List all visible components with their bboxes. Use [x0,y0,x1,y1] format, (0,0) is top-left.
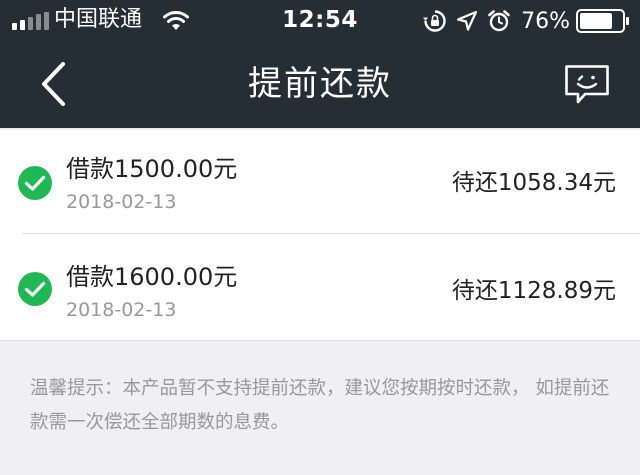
rotation-lock-icon [423,10,446,32]
alarm-icon [488,10,510,32]
page-title: 提前还款 [248,64,392,104]
nav-bar: 提前还款 [0,40,640,128]
loan-item[interactable]: 借款1500.00元 2018-02-13 待还1058.34元 [0,130,640,234]
battery-percent: 76% [521,8,570,34]
screen: 中国联通 12:54 76% 提前还款 借款1500.00元 2018-02-1… [0,0,640,475]
status-right-group: 76% [423,8,630,34]
loan-date: 2018-02-13 [66,191,177,213]
status-bar: 中国联通 12:54 76% [0,0,640,40]
loan-list: 借款1500.00元 2018-02-13 待还1058.34元 借款1600.… [0,130,640,341]
loan-amount: 借款1600.00元 [66,263,238,291]
loan-due-amount: 待还1128.89元 [451,278,616,304]
battery-icon [576,9,629,33]
feedback-chat-icon[interactable] [564,64,610,106]
header: 中国联通 12:54 76% 提前还款 [0,0,640,128]
check-circle-icon[interactable] [17,271,53,307]
loan-amount: 借款1500.00元 [66,155,238,183]
repayment-tip: 温馨提示：本产品暂不支持提前还款，建议您按期按时还款， 如提前还款需一次偿还全部… [30,378,610,433]
loan-date: 2018-02-13 [66,299,177,321]
loan-due-amount: 待还1058.34元 [451,170,616,196]
check-circle-icon[interactable] [17,165,53,201]
location-icon [456,10,478,31]
loan-item[interactable]: 借款1600.00元 2018-02-13 待还1128.89元 [0,234,640,338]
